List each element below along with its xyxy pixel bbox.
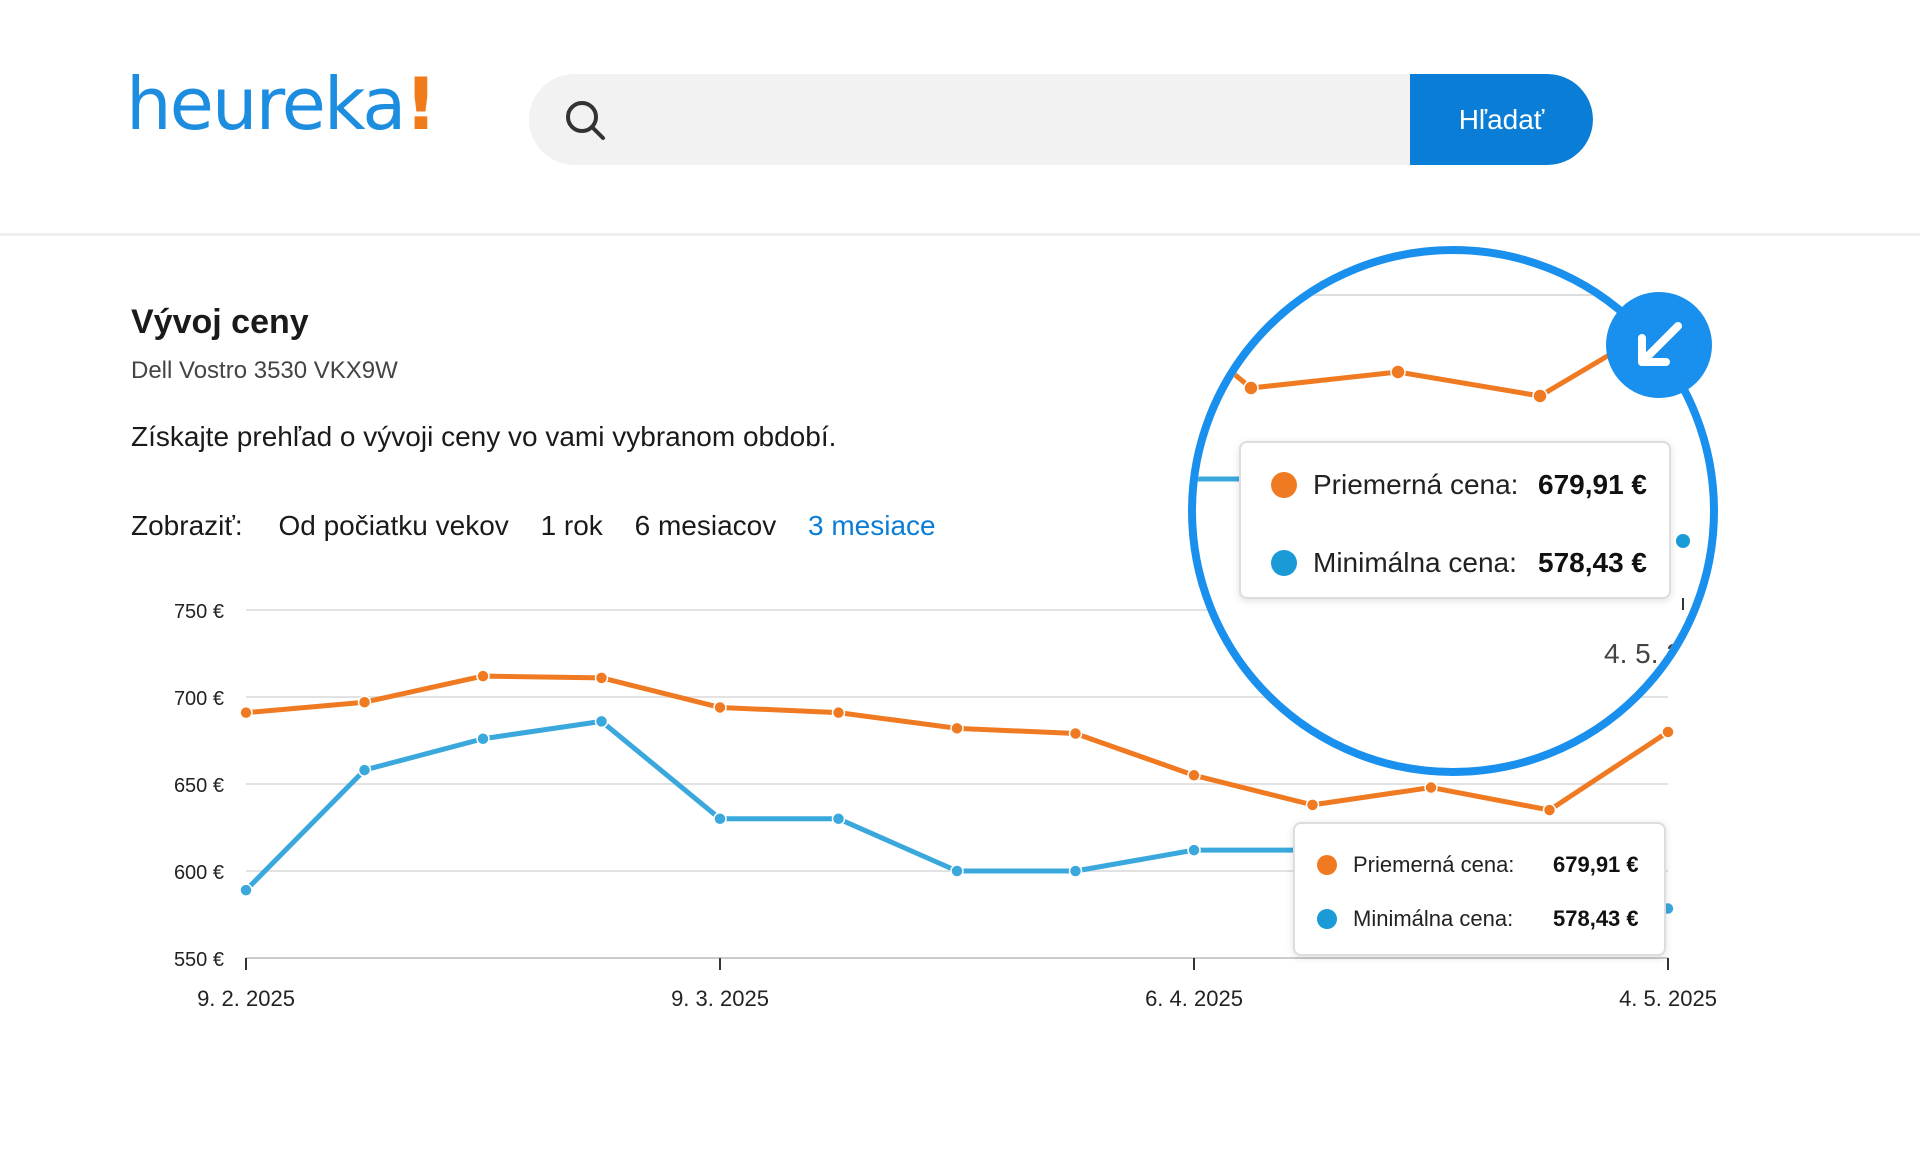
min-price-point [950,864,964,878]
zoomed-tooltip: Priemerná cena: 679,91 € Minimálna cena:… [1239,441,1671,599]
avg-price-point [713,700,727,715]
tooltip-min-row: Minimálna cena: 578,43 € [1317,906,1639,932]
avg-price-point [594,671,609,685]
min-price-point [594,714,609,729]
tooltip-min-value: 578,43 € [1553,906,1639,931]
avg-price-point [1068,726,1083,741]
zoomed-min-price-point [1676,534,1690,548]
y-tick-label: 600 € [174,862,224,884]
zoomed-tooltip-avg-value: 679,91 € [1538,469,1647,500]
tooltip-avg-row: Priemerná cena: 679,91 € [1317,852,1639,878]
min-price-point [831,812,846,826]
x-tick-label: 4. 5. 2025 [1619,986,1717,1011]
x-tick-label: 9. 3. 2025 [671,986,769,1011]
avg-series-dot-icon [1317,855,1337,875]
min-series-dot-icon [1317,909,1337,929]
x-tick-label: 9. 2. 2025 [197,986,295,1011]
min-price-point [713,812,727,826]
min-price-point [357,763,372,777]
zoomed-tooltip-min-row: Minimálna cena: 578,43 € [1271,547,1647,579]
avg-price-point [1187,768,1201,783]
avg-price-point [1542,803,1557,817]
zoomed-tooltip-avg-row: Priemerná cena: 679,91 € [1271,469,1647,501]
avg-price-point [950,721,964,736]
avg-price-point [1305,798,1320,812]
min-series-dot-icon [1271,550,1297,576]
avg-price-point [476,669,490,683]
zoomed-tooltip-min-value: 578,43 € [1538,547,1647,578]
y-tick-label: 750 € [174,601,224,623]
avg-price-point [357,695,372,709]
avg-price-point [831,705,846,720]
tooltip-min-label: Minimálna cena: [1353,906,1514,931]
x-tick-label: 6. 4. 2025 [1145,986,1243,1011]
tooltip-avg-label: Priemerná cena: [1353,852,1515,877]
zoomed-avg-price-point [1532,388,1548,404]
min-price-point [1187,843,1201,857]
zoomed-tooltip-min-label: Minimálna cena: [1313,547,1517,578]
collapse-zoom-button[interactable] [1606,292,1712,398]
avg-price-point [1424,780,1438,795]
arrow-down-left-icon [1638,322,1682,366]
avg-series-dot-icon [1271,472,1297,498]
zoomed-tooltip-avg-label: Priemerná cena: [1313,469,1519,500]
y-tick-label: 650 € [174,775,224,797]
y-tick-label: 700 € [174,688,224,710]
avg-price-point [239,705,253,720]
y-tick-label: 550 € [174,949,224,971]
min-price-point [476,732,490,746]
zoomed-avg-price-point [1390,364,1406,380]
min-price-point [239,883,253,897]
chart-tooltip: Priemerná cena: 679,91 € Minimálna cena:… [1293,822,1666,956]
zoomed-avg-price-point [1243,380,1259,396]
min-price-point [1068,864,1083,878]
zoomed-date-label: 4. 5. 2 [1604,638,1682,669]
tooltip-avg-value: 679,91 € [1553,852,1639,877]
